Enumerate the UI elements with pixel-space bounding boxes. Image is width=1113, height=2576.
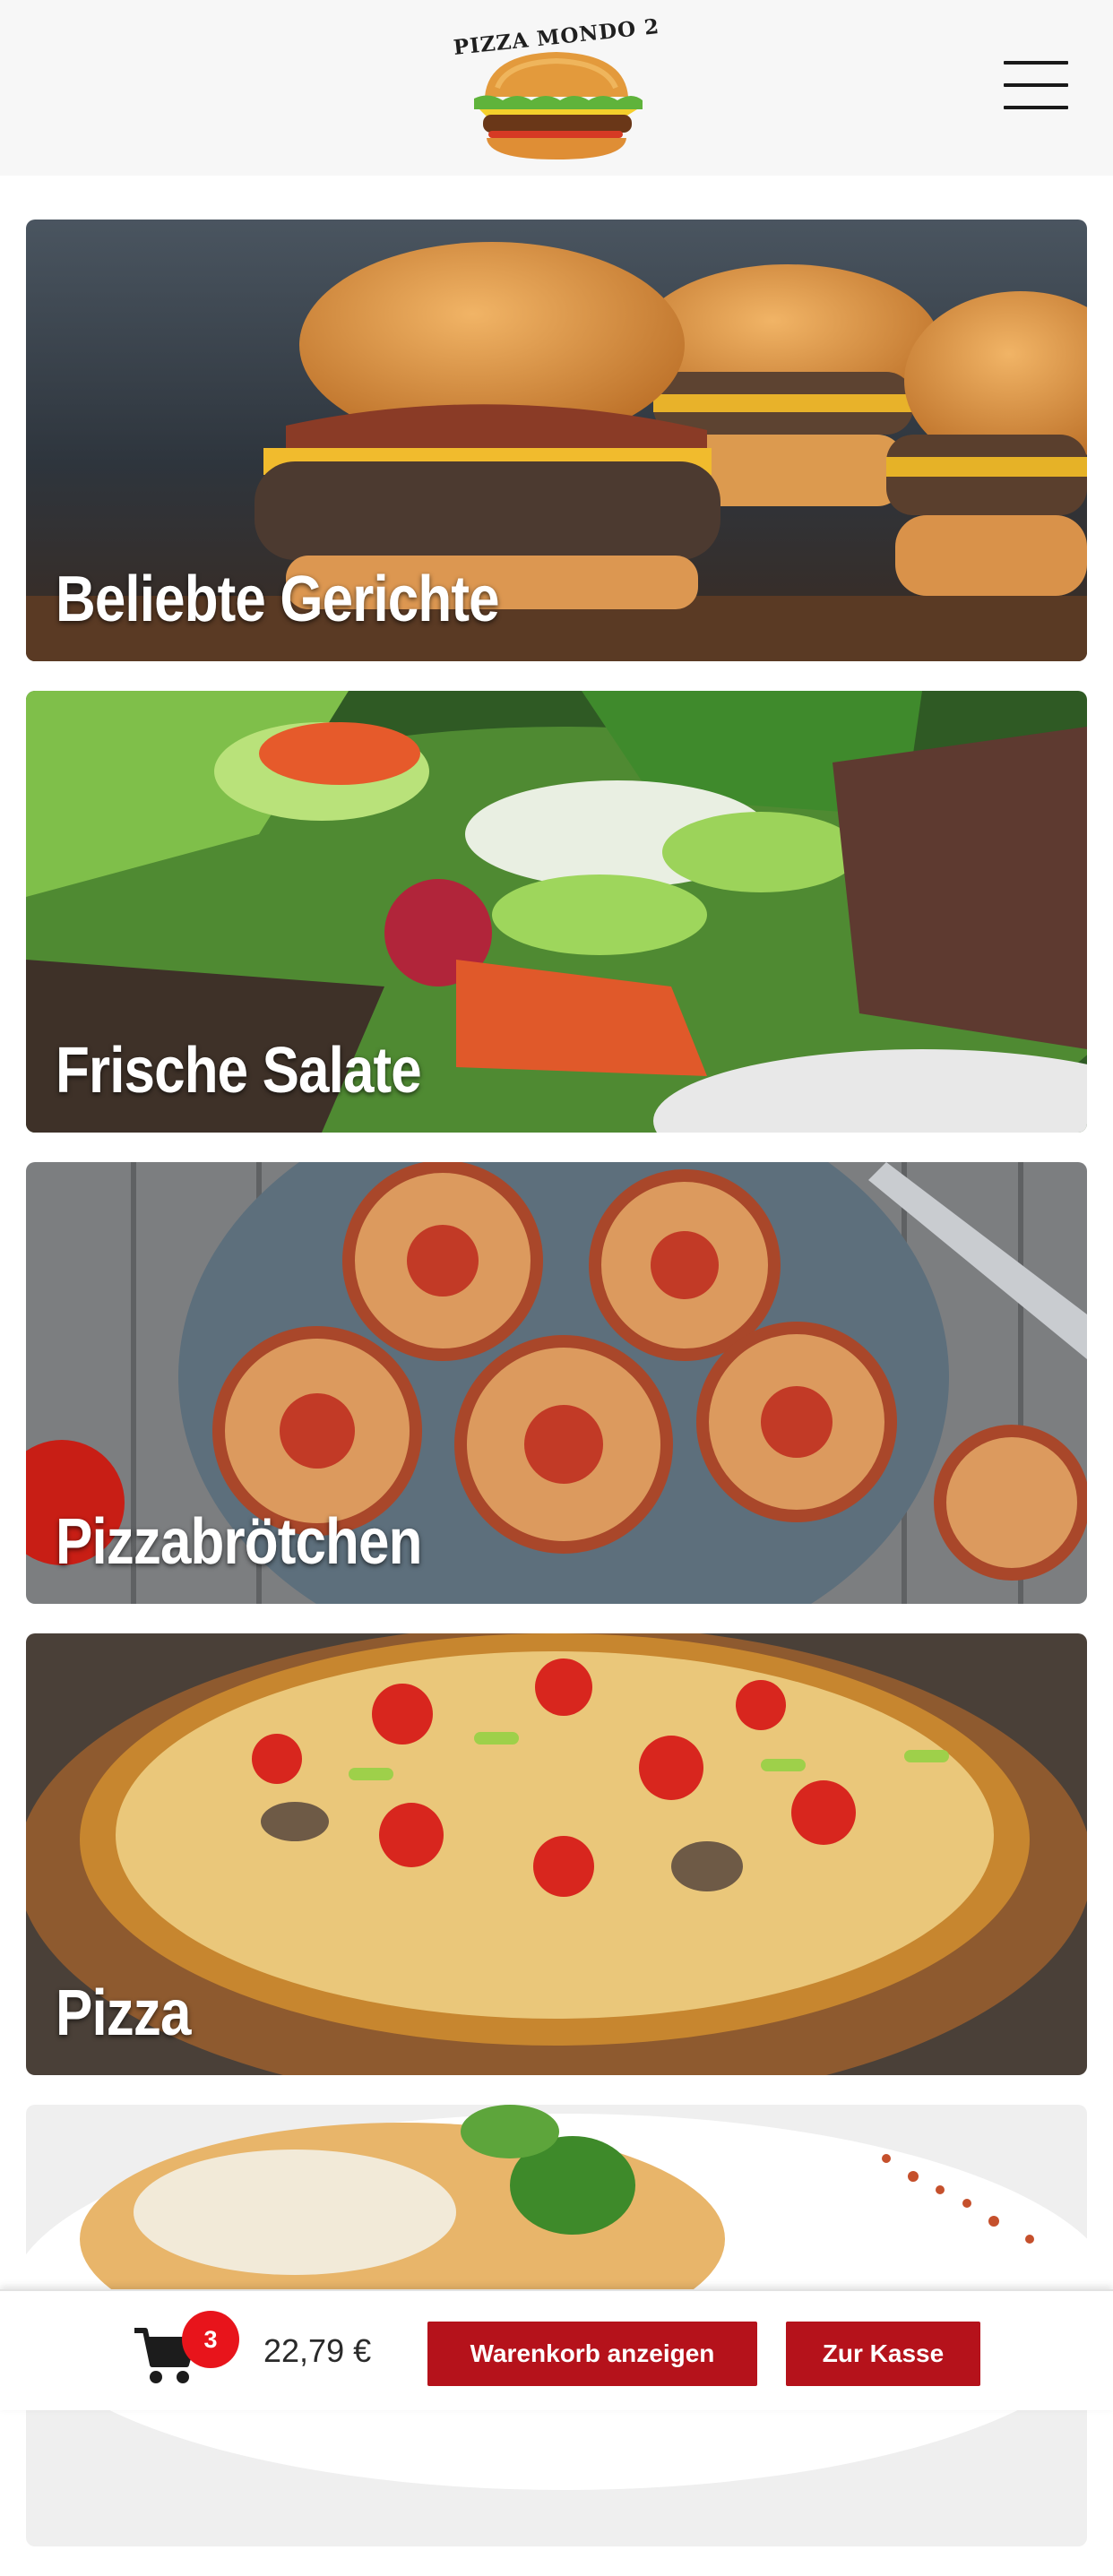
category-card-pizzabroetchen[interactable]: Pizzabrötchen [26, 1162, 1087, 1604]
hamburger-menu-icon [1004, 61, 1068, 65]
cart-total: 22,79 € [263, 2332, 372, 2369]
show-cart-button[interactable]: Warenkorb anzeigen [427, 2322, 757, 2386]
menu-line [1004, 106, 1068, 109]
category-title: Pizzabrötchen [56, 1506, 422, 1578]
category-card-pizza[interactable]: Pizza [26, 1633, 1087, 2075]
hamburger-menu-button[interactable] [1004, 61, 1068, 109]
category-card-beliebte-gerichte[interactable]: Beliebte Gerichte [26, 220, 1087, 661]
header: PIZZA MONDO 2 [0, 0, 1113, 176]
category-title: Beliebte Gerichte [56, 564, 500, 635]
logo[interactable]: PIZZA MONDO 2 [453, 14, 660, 168]
category-list: Beliebte Gerichte Frische Salate Pizzabr… [26, 220, 1087, 2576]
cart-count-badge: 3 [182, 2311, 239, 2368]
category-title: Pizza [56, 1977, 191, 2049]
menu-line [1004, 83, 1068, 87]
cart-bar: 3 22,79 € Warenkorb anzeigen Zur Kasse [0, 2289, 1113, 2410]
category-card-frische-salate[interactable]: Frische Salate [26, 691, 1087, 1133]
category-title: Frische Salate [56, 1035, 422, 1107]
checkout-button[interactable]: Zur Kasse [786, 2322, 980, 2386]
